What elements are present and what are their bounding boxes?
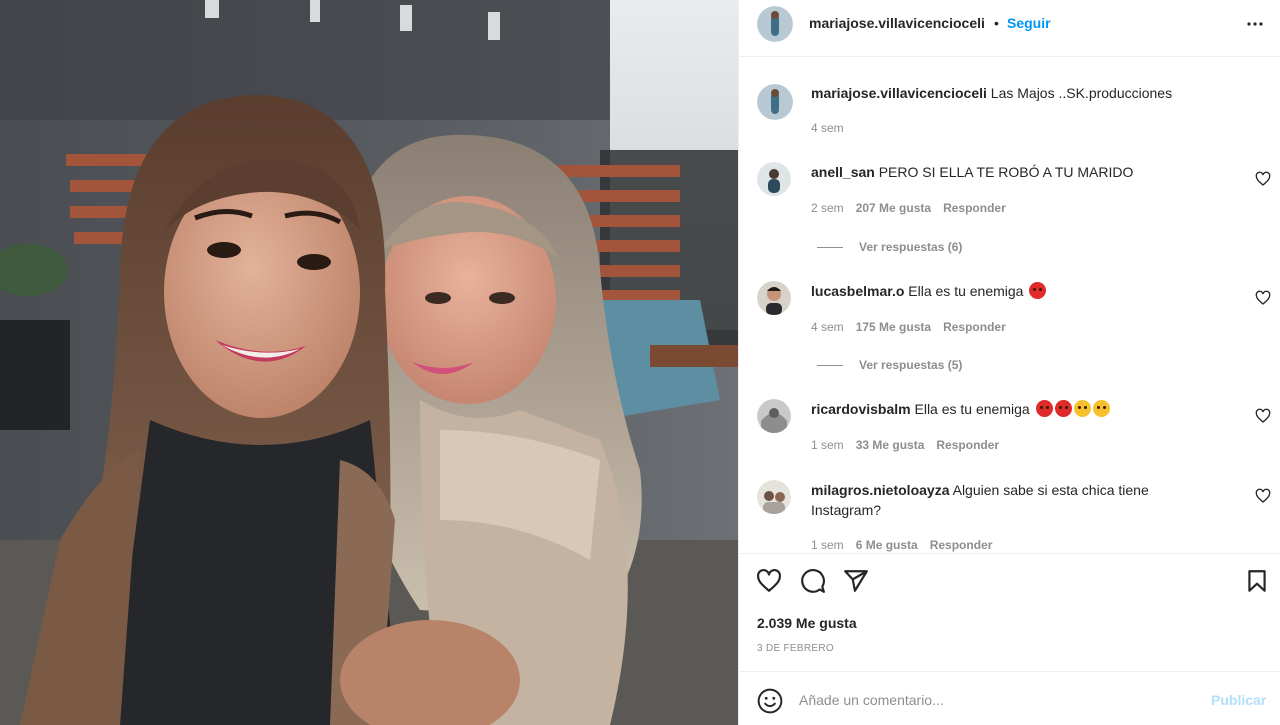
add-comment-bar: Publicar	[739, 671, 1280, 725]
follow-button[interactable]: Seguir	[1007, 15, 1051, 31]
more-icon[interactable]	[1245, 14, 1265, 34]
comment-username[interactable]: lucasbelmar.o	[811, 283, 904, 299]
comment-meta: 1 sem 33 Me gusta Responder	[811, 438, 999, 452]
comment-body: Ella es tu enemiga	[914, 401, 1030, 417]
replies-divider	[817, 246, 843, 248]
annoyed-emoji-icon	[1092, 400, 1110, 417]
bookmark-icon[interactable]	[1244, 568, 1270, 594]
caption-avatar[interactable]	[757, 84, 793, 120]
comment-likes[interactable]: 6 Me gusta	[856, 538, 918, 552]
comment-text: ricardovisbalm Ella es tu enemiga	[811, 399, 1211, 419]
post-photo[interactable]	[0, 0, 738, 725]
comment-username[interactable]: ricardovisbalm	[811, 401, 911, 417]
post-side-panel: mariajose.villavicencioceli • Seguir mar…	[738, 0, 1280, 725]
comment-text: anell_san PERO SI ELLA TE ROBÓ A TU MARI…	[811, 162, 1211, 182]
comment-text: lucasbelmar.o Ella es tu enemiga	[811, 281, 1211, 301]
post-date[interactable]: 3 DE FEBRERO	[757, 643, 834, 654]
comment-time[interactable]: 1 sem	[811, 438, 844, 452]
view-replies-label: Ver respuestas (5)	[859, 358, 963, 372]
comment-meta: 1 sem 6 Me gusta Responder	[811, 538, 992, 552]
comment-body: PERO SI ELLA TE ROBÓ A TU MARIDO	[878, 164, 1134, 180]
author-avatar[interactable]	[757, 6, 793, 42]
comment-like-icon[interactable]	[1255, 290, 1271, 306]
post-actions: 2.039 Me gusta 3 DE FEBRERO	[739, 553, 1280, 671]
header-separator: •	[994, 15, 999, 31]
post-header: mariajose.villavicencioceli • Seguir	[739, 0, 1280, 57]
comment-likes[interactable]: 33 Me gusta	[856, 438, 925, 452]
comment-meta: 2 sem 207 Me gusta Responder	[811, 201, 1006, 215]
caption-time[interactable]: 4 sem	[811, 121, 844, 135]
share-icon[interactable]	[843, 568, 869, 594]
reply-button[interactable]: Responder	[930, 538, 993, 552]
reply-button[interactable]: Responder	[936, 438, 999, 452]
commenter-avatar[interactable]	[757, 281, 791, 315]
comment-time[interactable]: 4 sem	[811, 320, 844, 334]
emoji-icon[interactable]	[757, 688, 783, 714]
caption-username[interactable]: mariajose.villavicencioceli	[811, 85, 987, 101]
angry-emoji-icon	[1029, 282, 1047, 299]
caption-meta: 4 sem	[811, 121, 844, 135]
comment-username[interactable]: anell_san	[811, 164, 875, 180]
likes-count[interactable]: 2.039 Me gusta	[757, 615, 857, 631]
angry-emoji-icon	[1035, 400, 1053, 417]
view-replies-button[interactable]: Ver respuestas (6)	[817, 240, 962, 254]
reply-button[interactable]: Responder	[943, 201, 1006, 215]
caption-body: Las Majos ..SK.producciones	[990, 85, 1173, 101]
annoyed-emoji-icon	[1073, 400, 1091, 417]
comment-likes[interactable]: 175 Me gusta	[856, 320, 931, 334]
comment-like-icon[interactable]	[1255, 408, 1271, 424]
reply-button[interactable]: Responder	[943, 320, 1006, 334]
view-replies-button[interactable]: Ver respuestas (5)	[817, 358, 962, 372]
comment-like-icon[interactable]	[1255, 171, 1271, 187]
comment-time[interactable]: 1 sem	[811, 538, 844, 552]
angry-emoji-icon	[1054, 400, 1072, 417]
comment-username[interactable]: milagros.nietoloayza	[811, 482, 949, 498]
heart-icon[interactable]	[756, 568, 782, 594]
replies-divider	[817, 364, 843, 366]
commenter-avatar[interactable]	[757, 399, 791, 433]
commenter-avatar[interactable]	[757, 162, 791, 196]
author-username[interactable]: mariajose.villavicencioceli	[809, 15, 985, 31]
comment-time[interactable]: 2 sem	[811, 201, 844, 215]
comment-meta: 4 sem 175 Me gusta Responder	[811, 320, 1006, 334]
comment-text: milagros.nietoloayza Alguien sabe si est…	[811, 480, 1211, 520]
comment-like-icon[interactable]	[1255, 488, 1271, 504]
comment-input[interactable]	[799, 688, 1199, 712]
comment-icon[interactable]	[800, 568, 826, 594]
commenter-avatar[interactable]	[757, 480, 791, 514]
comments-list[interactable]: mariajose.villavicencioceli Las Majos ..…	[739, 58, 1280, 552]
caption-text: mariajose.villavicencioceli Las Majos ..…	[811, 83, 1211, 103]
comment-body: Ella es tu enemiga	[908, 283, 1024, 299]
view-replies-label: Ver respuestas (6)	[859, 240, 963, 254]
publish-button[interactable]: Publicar	[1211, 692, 1266, 708]
comment-likes[interactable]: 207 Me gusta	[856, 201, 931, 215]
instagram-post-view: mariajose.villavicencioceli • Seguir mar…	[0, 0, 1280, 725]
